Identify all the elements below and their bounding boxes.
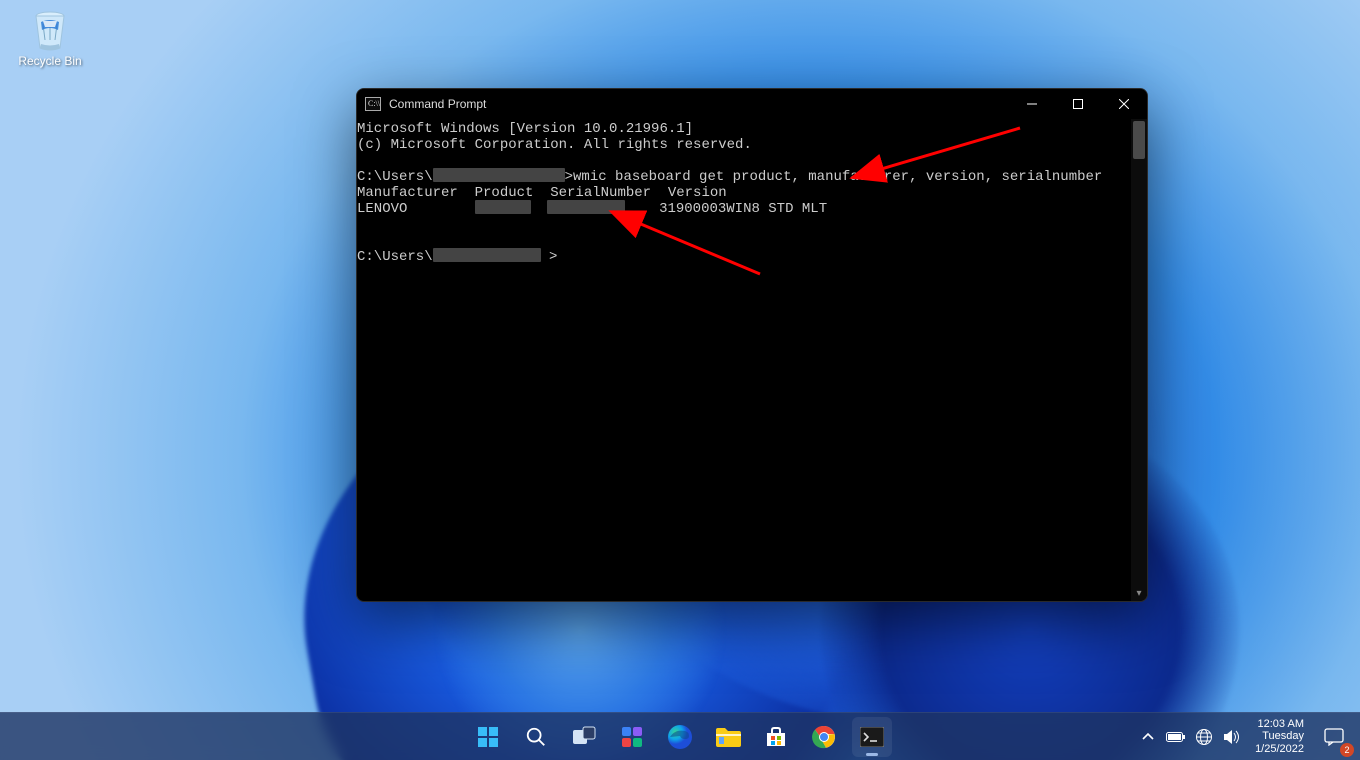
terminal-scrollbar[interactable]: ▾ <box>1131 119 1147 601</box>
terminal-body[interactable]: Microsoft Windows [Version 10.0.21996.1]… <box>357 119 1147 601</box>
widgets-icon <box>621 726 643 748</box>
store-icon <box>764 725 788 749</box>
taskbar[interactable]: 12:03 AM Tuesday 1/25/2022 2 <box>0 712 1360 760</box>
minimize-icon <box>1027 99 1037 109</box>
clock-time: 12:03 AM <box>1255 718 1304 731</box>
command-prompt-window[interactable]: C:\\ Command Prompt Microsoft Windows [V… <box>356 88 1148 602</box>
battery-tray-button[interactable] <box>1165 713 1187 760</box>
taskbar-active-indicator <box>866 753 878 756</box>
file-explorer-button[interactable] <box>708 717 748 757</box>
network-tray-button[interactable] <box>1193 713 1215 760</box>
notification-center-button[interactable]: 2 <box>1316 719 1352 755</box>
task-view-icon <box>572 726 596 748</box>
battery-icon <box>1166 731 1186 743</box>
widgets-button[interactable] <box>612 717 652 757</box>
clock-day: Tuesday <box>1255 730 1304 743</box>
microsoft-store-button[interactable] <box>756 717 796 757</box>
start-button[interactable] <box>468 717 508 757</box>
windows-logo-icon <box>476 725 500 749</box>
cmd-taskbar-icon <box>860 727 884 747</box>
chrome-icon <box>812 725 836 749</box>
taskbar-center <box>468 717 892 757</box>
search-icon <box>525 726 547 748</box>
close-icon <box>1119 99 1129 109</box>
minimize-button[interactable] <box>1009 89 1055 119</box>
maximize-button[interactable] <box>1055 89 1101 119</box>
recycle-bin-icon <box>29 8 71 52</box>
recycle-bin-desktop-icon[interactable]: Recycle Bin <box>12 8 88 68</box>
edge-icon <box>667 724 693 750</box>
task-view-button[interactable] <box>564 717 604 757</box>
tray-overflow-button[interactable] <box>1137 713 1159 760</box>
clock-date: 1/25/2022 <box>1255 743 1304 756</box>
search-button[interactable] <box>516 717 556 757</box>
notification-icon <box>1324 728 1344 746</box>
desktop[interactable]: Recycle Bin C:\\ Command Prompt <box>0 0 1360 760</box>
edge-button[interactable] <box>660 717 700 757</box>
command-prompt-taskbar-button[interactable] <box>852 717 892 757</box>
chevron-up-icon <box>1142 731 1154 743</box>
maximize-icon <box>1073 99 1083 109</box>
scrollbar-thumb[interactable] <box>1133 121 1145 159</box>
scrollbar-down-arrow[interactable]: ▾ <box>1131 585 1147 601</box>
cmd-icon: C:\\ <box>365 97 381 111</box>
taskbar-system-tray[interactable]: 12:03 AM Tuesday 1/25/2022 2 <box>1137 713 1352 760</box>
notification-badge: 2 <box>1340 743 1354 757</box>
close-button[interactable] <box>1101 89 1147 119</box>
network-globe-icon <box>1195 728 1213 746</box>
window-title: Command Prompt <box>389 97 486 111</box>
volume-tray-button[interactable] <box>1221 713 1243 760</box>
taskbar-clock[interactable]: 12:03 AM Tuesday 1/25/2022 <box>1255 718 1304 756</box>
svg-text:C:\\: C:\\ <box>368 99 381 108</box>
volume-icon <box>1223 729 1241 745</box>
titlebar[interactable]: C:\\ Command Prompt <box>357 89 1147 119</box>
chrome-button[interactable] <box>804 717 844 757</box>
folder-icon <box>715 726 741 748</box>
recycle-bin-label: Recycle Bin <box>12 54 88 68</box>
terminal-output[interactable]: Microsoft Windows [Version 10.0.21996.1]… <box>357 119 1131 601</box>
